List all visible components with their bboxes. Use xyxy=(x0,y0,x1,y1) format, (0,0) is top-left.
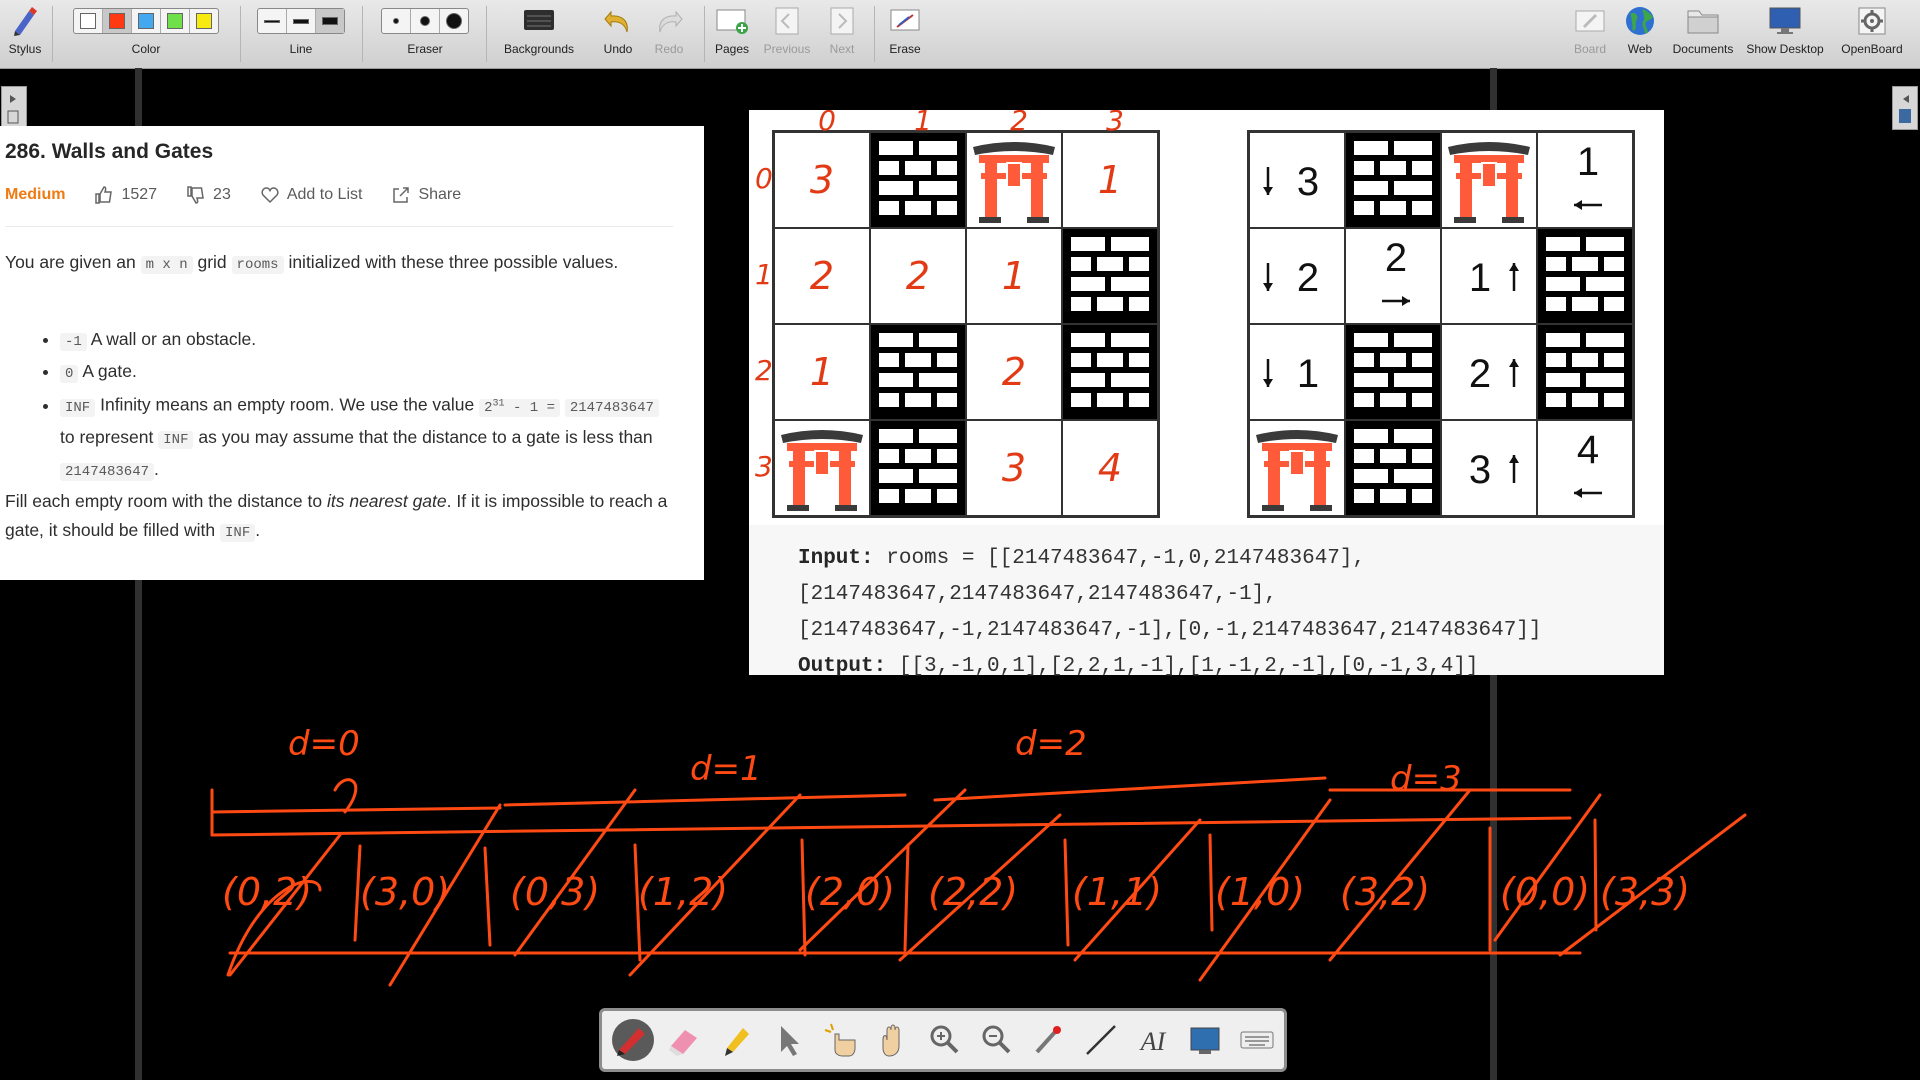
queue-entry: (0,2) xyxy=(222,870,312,914)
queue-entry: (2,0) xyxy=(805,870,895,914)
queue-entry: (1,2) xyxy=(638,870,728,914)
selector-icon xyxy=(781,1026,799,1056)
text-icon: AI xyxy=(1139,1027,1167,1056)
line-icon xyxy=(1086,1025,1116,1055)
highlighter-icon xyxy=(725,1028,749,1056)
hand-icon xyxy=(882,1024,900,1057)
queue-entry: (3,3) xyxy=(1600,870,1690,914)
floating-tool-palette: AI xyxy=(599,1008,1287,1072)
queue-entry: (2,2) xyxy=(928,870,1018,914)
queue-entry: (3,2) xyxy=(1340,870,1430,914)
line-tool[interactable] xyxy=(1080,1019,1122,1061)
text-tool[interactable]: AI xyxy=(1132,1019,1174,1061)
pen-tool[interactable] xyxy=(612,1019,654,1061)
level-1-bracket xyxy=(503,793,907,807)
keyboard-icon xyxy=(1240,1031,1274,1049)
eraser-icon xyxy=(669,1030,697,1056)
pen-icon xyxy=(617,1028,645,1056)
highlighter-tool[interactable] xyxy=(716,1019,758,1061)
bfs-level-label: d=3 xyxy=(1390,759,1462,799)
level-0-marker xyxy=(333,778,358,814)
bfs-level-label: d=0 xyxy=(288,724,360,764)
keyboard-tool[interactable] xyxy=(1236,1019,1278,1061)
zoom-in-icon xyxy=(930,1025,959,1054)
hand-tool[interactable] xyxy=(872,1019,914,1061)
svg-text:AI: AI xyxy=(1139,1027,1167,1056)
capture-tool[interactable] xyxy=(1184,1019,1226,1061)
handwritten-annotations: d=0 d=1 d=2 d=3 (0,2) (3,0) (0,3) (1,2) (2,0) (2… xyxy=(210,724,1747,987)
queue-entry: (1,0) xyxy=(1215,870,1305,914)
capture-icon xyxy=(1190,1027,1220,1054)
queue-entry: (0,0) xyxy=(1500,870,1590,914)
level-2-bracket xyxy=(933,776,1327,802)
bfs-level-label: d=1 xyxy=(690,749,762,789)
queue-top-line xyxy=(210,816,1572,837)
eraser-tool[interactable] xyxy=(664,1019,706,1061)
zoom-out-icon xyxy=(982,1025,1011,1054)
zoom-out-tool[interactable] xyxy=(976,1019,1018,1061)
bfs-level-label: d=2 xyxy=(1015,724,1087,764)
level-0-bracket xyxy=(210,806,502,814)
interact-icon xyxy=(824,1023,856,1057)
selector-tool[interactable] xyxy=(768,1019,810,1061)
queue-entry: (3,0) xyxy=(360,870,450,914)
laser-pointer-icon xyxy=(1035,1026,1061,1054)
queue-entry: (1,1) xyxy=(1072,870,1162,914)
interact-tool[interactable] xyxy=(820,1019,862,1061)
laser-pointer-tool[interactable] xyxy=(1028,1019,1070,1061)
queue-entry: (0,3) xyxy=(510,870,600,914)
zoom-in-tool[interactable] xyxy=(924,1019,966,1061)
